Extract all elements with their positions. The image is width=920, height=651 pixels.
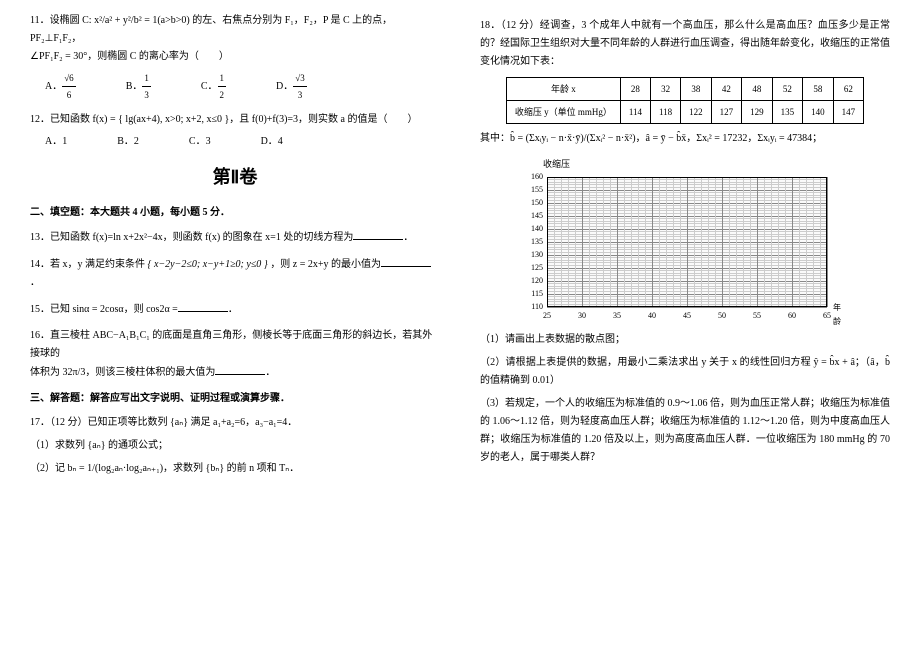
table-row-pressure: 收缩压 y（单位 mmHg） 114 118 122 127 129 135 1… bbox=[506, 101, 863, 124]
x-tick-label: 35 bbox=[613, 309, 621, 323]
q18-sub1: （1）请画出上表数据的散点图； bbox=[480, 331, 890, 349]
q11-opt-d: D．√33 bbox=[276, 70, 307, 103]
answer-title: 三、解答题：解答应写出文字说明、证明过程或演算步骤． bbox=[30, 390, 440, 408]
left-column: 11．设椭圆 C: x²/a² + y²/b² = 1(a>b>0) 的左、右焦… bbox=[0, 0, 460, 651]
data-table: 年龄 x 28 32 38 42 48 52 58 62 收缩压 y（单位 mm… bbox=[506, 77, 864, 124]
q13-text: 13．已知函数 f(x)=ln x+2x²−4x，则函数 f(x) 的图象在 x… bbox=[30, 232, 353, 243]
x-tick-label: 65 bbox=[823, 309, 831, 323]
q18-intro: 18．（12 分）经调查，3 个成年人中就有一个高血压，那么什么是高血压？血压多… bbox=[480, 17, 890, 71]
y-tick-label: 160 bbox=[531, 169, 543, 183]
q14-text2: ，则 z = 2x+y 的最小值为 bbox=[270, 259, 381, 270]
x-tick-label: 45 bbox=[683, 309, 691, 323]
question-15: 15．已知 sinα = 2cosα，则 cos2α =． bbox=[30, 300, 440, 319]
q16-line2: 体积为 32π/3，则该三棱柱体积的最大值为． bbox=[30, 363, 440, 382]
chart-title: 收缩压 bbox=[543, 156, 845, 172]
q16-line1: 16．直三棱柱 ABC−A₁B₁C₁ 的底面是直角三角形，侧棱长等于底面三角形的… bbox=[30, 327, 440, 363]
x-tick-label: 25 bbox=[543, 309, 551, 323]
q14-cond: { x−2y−2≤0; x−y+1≥0; y≤0 } bbox=[148, 259, 268, 270]
q11-opt-b: B．13 bbox=[126, 70, 151, 103]
q11-text1: 11．设椭圆 C: x²/a² + y²/b² = 1(a>b>0) 的左、右焦… bbox=[30, 12, 440, 48]
q18-sub2: （2）请根据上表提供的数据，用最小二乘法求出 y 关于 x 的线性回归方程 ŷ … bbox=[480, 354, 890, 390]
q11-options: A．√66 B．13 C．12 D．√33 bbox=[45, 70, 440, 103]
table-row-age: 年龄 x 28 32 38 42 48 52 58 62 bbox=[506, 78, 863, 101]
q18-sub3: （3）若规定，一个人的收缩压为标准值的 0.9～1.06 倍，则为血压正常人群；… bbox=[480, 395, 890, 467]
question-13: 13．已知函数 f(x)=ln x+2x²−4x，则函数 f(x) 的图象在 x… bbox=[30, 228, 440, 247]
y-tick-label: 145 bbox=[531, 208, 543, 222]
y-tick-label: 150 bbox=[531, 195, 543, 209]
x-tick-label: 60 bbox=[788, 309, 796, 323]
y-tick-label: 135 bbox=[531, 234, 543, 248]
q12-opt-d: D．4 bbox=[261, 133, 283, 151]
x-tick-label: 30 bbox=[578, 309, 586, 323]
q18-formula: 其中：b̂ = (Σxᵢyᵢ − n·x̄·ȳ)/(Σxᵢ² − n·x̄²)，… bbox=[480, 130, 890, 148]
question-16: 16．直三棱柱 ABC−A₁B₁C₁ 的底面是直角三角形，侧棱长等于底面三角形的… bbox=[30, 327, 440, 382]
question-12: 12．已知函数 f(x) = { lg(ax+4), x>0; x+2, x≤0… bbox=[30, 111, 440, 151]
q15-blank bbox=[178, 300, 228, 312]
q14-text1: 14．若 x，y 满足约束条件 bbox=[30, 259, 145, 270]
q12-options: A．1 B．2 C．3 D．4 bbox=[45, 133, 440, 151]
y-tick-label: 130 bbox=[531, 247, 543, 261]
y-tick-label: 125 bbox=[531, 260, 543, 274]
q11-opt-c: C．12 bbox=[201, 70, 226, 103]
q16-blank bbox=[215, 363, 265, 375]
right-column: 18．（12 分）经调查，3 个成年人中就有一个高血压，那么什么是高血压？血压多… bbox=[460, 0, 920, 651]
chart-container: 收缩压 年龄 110115120125130135140145150155160… bbox=[525, 156, 845, 322]
q17-main: 17．（12 分）已知正项等比数列 {aₙ} 满足 a₁+a₂=6，a₃−a₁=… bbox=[30, 414, 440, 432]
q17-sub1: （1）求数列 {aₙ} 的通项公式； bbox=[30, 437, 440, 455]
q11-text2: ∠PF₁F₂ = 30°，则椭圆 C 的离心率为（ ） bbox=[30, 48, 440, 66]
q12-opt-c: C．3 bbox=[189, 133, 211, 151]
q12-text: 12．已知函数 f(x) = { lg(ax+4), x>0; x+2, x≤0… bbox=[30, 111, 440, 129]
y-tick-label: 110 bbox=[531, 299, 543, 313]
q17-sub2: （2）记 bₙ = 1/(log₂aₙ·log₂aₙ₊₁)，求数列 {bₙ} 的… bbox=[30, 460, 440, 478]
q14-blank bbox=[381, 255, 431, 267]
question-14: 14．若 x，y 满足约束条件 { x−2y−2≤0; x−y+1≥0; y≤0… bbox=[30, 255, 440, 292]
q12-opt-a: A．1 bbox=[45, 133, 67, 151]
row1-label: 年龄 x bbox=[506, 78, 620, 101]
x-tick-label: 55 bbox=[753, 309, 761, 323]
y-tick-label: 120 bbox=[531, 273, 543, 287]
row2-label: 收缩压 y（单位 mmHg） bbox=[506, 101, 620, 124]
q13-blank bbox=[353, 228, 403, 240]
y-tick-label: 115 bbox=[531, 286, 543, 300]
question-11: 11．设椭圆 C: x²/a² + y²/b² = 1(a>b>0) 的左、右焦… bbox=[30, 12, 440, 103]
x-tick-label: 50 bbox=[718, 309, 726, 323]
q15-text: 15．已知 sinα = 2cosα，则 cos2α = bbox=[30, 304, 178, 315]
q11-opt-a: A．√66 bbox=[45, 70, 76, 103]
chart-border bbox=[547, 177, 827, 307]
y-tick-label: 140 bbox=[531, 221, 543, 235]
y-tick-label: 155 bbox=[531, 182, 543, 196]
x-axis-name: 年龄 bbox=[833, 301, 845, 330]
scatter-chart: 年龄 1101151201251301351401451501551602530… bbox=[525, 173, 845, 323]
q12-opt-b: B．2 bbox=[117, 133, 139, 151]
x-tick-label: 40 bbox=[648, 309, 656, 323]
question-17: 17．（12 分）已知正项等比数列 {aₙ} 满足 a₁+a₂=6，a₃−a₁=… bbox=[30, 414, 440, 478]
fill-title: 二、填空题：本大题共 4 小题，每小题 5 分． bbox=[30, 204, 440, 222]
section-2-title: 第Ⅱ卷 bbox=[30, 161, 440, 193]
